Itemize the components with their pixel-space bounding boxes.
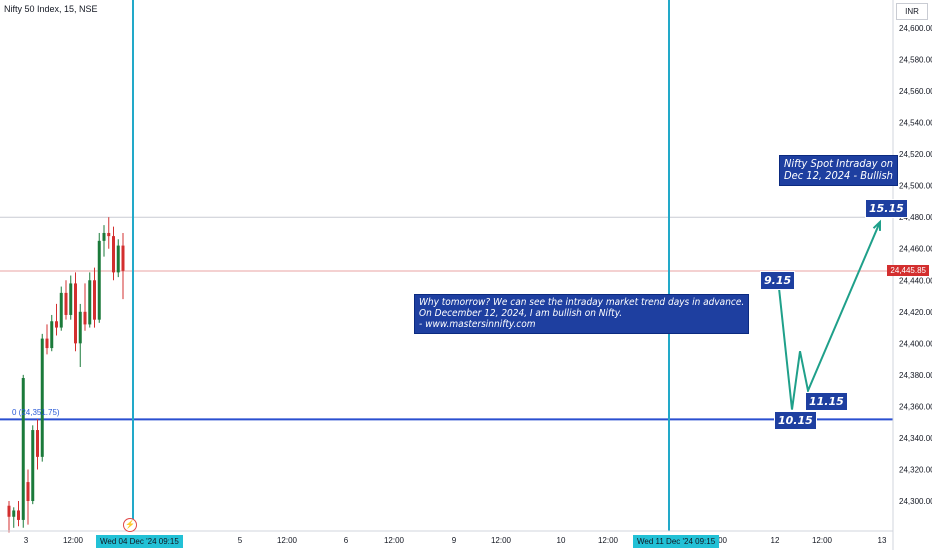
candle-body [116, 245, 120, 273]
candle-body [78, 311, 82, 344]
price-tick-label: 24,300.00 [899, 497, 932, 506]
candle-body [102, 232, 106, 241]
fib-level-label: 0 (24,351.75) [12, 408, 60, 417]
vertical-markers [132, 0, 670, 531]
candle-body [97, 240, 101, 320]
last-price-tag: 24,445.85 [887, 265, 929, 276]
price-tick-label: 24,440.00 [899, 276, 932, 285]
candle-body [36, 430, 39, 457]
time-tick-label: 12:00 [812, 536, 833, 545]
candle-body [74, 283, 77, 344]
price-tick-label: 24,380.00 [899, 371, 932, 380]
price-tick-label: 24,520.00 [899, 150, 932, 159]
time-tick-label: 13 [878, 536, 887, 545]
price-tick-label: 24,540.00 [899, 119, 932, 128]
time-tick-label: 6 [344, 536, 349, 545]
time-tick-label: 9 [452, 536, 457, 545]
candle-body [93, 280, 96, 320]
candle-body [107, 232, 111, 237]
candle-body [69, 283, 73, 315]
price-tick-label: 24,340.00 [899, 434, 932, 443]
candle-body [83, 311, 87, 325]
time-tick-label: 12:00 [384, 536, 405, 545]
candlestick-series [7, 217, 125, 533]
candle-body [31, 430, 35, 501]
symbol-title: Nifty 50 Index, 15, NSE [4, 4, 98, 14]
date-tag-dec-04: Wed 04 Dec '24 09:15 [96, 535, 183, 548]
candle-body [40, 338, 44, 457]
price-tick-label: 24,500.00 [899, 182, 932, 191]
time-tick-label: 12:00 [63, 536, 84, 545]
price-tick-label: 24,420.00 [899, 308, 932, 317]
forecast-note: Why tomorrow? We can see the intraday ma… [414, 294, 750, 334]
candle-body [59, 292, 63, 328]
currency-unit[interactable]: INR [896, 3, 928, 20]
candle-body [112, 236, 115, 273]
candle-body [7, 505, 11, 517]
candle-body [45, 338, 49, 349]
candle-body [50, 321, 54, 349]
candle-body [21, 378, 25, 520]
price-tick-label: 24,400.00 [899, 339, 932, 348]
time-tick-label: 10 [557, 536, 566, 545]
price-tick-label: 24,320.00 [899, 465, 932, 474]
candle-body [55, 321, 58, 328]
wave-label-10-15: 10.15 [774, 411, 817, 430]
lightning-icon[interactable]: ⚡ [123, 518, 137, 532]
time-tick-label: 5 [238, 536, 243, 545]
price-tick-label: 24,600.00 [899, 24, 932, 33]
time-tick-label: 3 [24, 536, 29, 545]
projection-path [778, 219, 882, 410]
wave-label-11-15: 11.15 [805, 392, 848, 411]
title-note: Nifty Spot Intraday on Dec 12, 2024 - Bu… [779, 155, 899, 186]
projection-line[interactable] [778, 221, 881, 410]
candle-body [121, 245, 125, 271]
wave-label-9-15: 9.15 [760, 271, 796, 290]
time-tick-label: 12:00 [277, 536, 298, 545]
time-tick-label: 12 [771, 536, 780, 545]
price-tick-label: 24,560.00 [899, 87, 932, 96]
price-tick-label: 24,460.00 [899, 245, 932, 254]
candle-body [26, 482, 30, 501]
candle-body [64, 292, 68, 315]
candle-body [17, 510, 20, 520]
time-tick-label: 12:00 [598, 536, 619, 545]
price-tick-label: 24,360.00 [899, 402, 932, 411]
date-tag-dec-11: Wed 11 Dec '24 09:15 [633, 535, 720, 548]
time-tick-label: 12:00 [491, 536, 512, 545]
price-tick-label: 24,580.00 [899, 56, 932, 65]
candle-body [88, 280, 92, 325]
candle-body [12, 510, 16, 517]
wave-label-15-15: 15.15 [865, 199, 908, 218]
